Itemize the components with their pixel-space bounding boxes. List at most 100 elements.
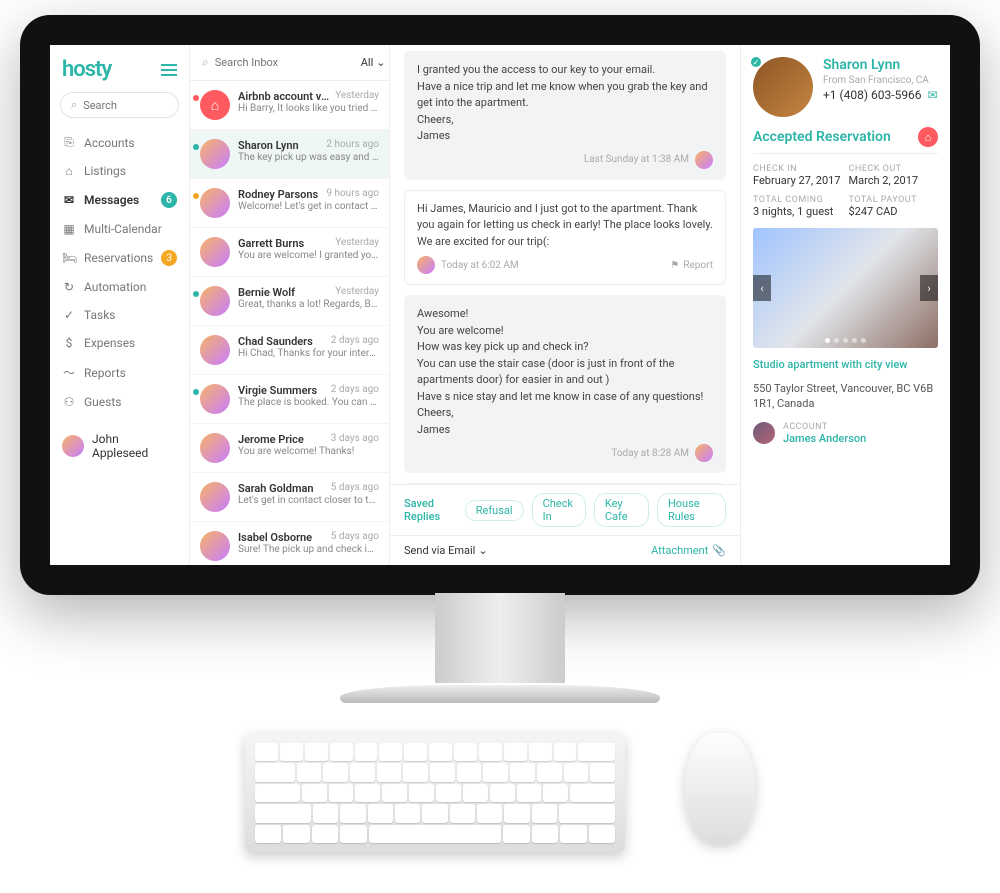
guest-location: From San Francisco, CA: [823, 75, 938, 86]
nav-icon: $: [62, 336, 76, 350]
thread-time: 5 days ago: [331, 531, 379, 544]
inbox-filter-dropdown[interactable]: All ⌄: [361, 56, 386, 69]
search-icon: ⌕: [202, 55, 209, 70]
sidebar-item-automation[interactable]: ↻Automation: [50, 273, 189, 301]
thread-name: Garrett Burns: [238, 237, 304, 250]
inbox-thread[interactable]: Isabel Osborne5 days agoSure! The pick u…: [190, 522, 389, 565]
inbox-thread[interactable]: Virgie Summers2 days agoThe place is boo…: [190, 375, 389, 424]
menu-toggle-icon[interactable]: [161, 64, 177, 76]
inbox-thread[interactable]: ⌂Airbnb account veri...YesterdayHi Barry…: [190, 81, 389, 130]
nav-label: Listings: [84, 164, 126, 178]
status-dot: [193, 193, 199, 199]
checkin-label: CHECK IN: [753, 164, 843, 174]
coming-label: TOTAL COMING: [753, 195, 843, 205]
saved-reply-chip[interactable]: Check In: [532, 493, 586, 527]
message-meta: Today at 8:28 AM: [417, 444, 713, 462]
sidebar-item-multi-calendar[interactable]: ▦Multi-Calendar: [50, 215, 189, 243]
nav-label: Multi-Calendar: [84, 222, 162, 236]
thread-time: Yesterday: [335, 90, 379, 103]
saved-reply-chip[interactable]: Refusal: [465, 500, 524, 521]
account-name[interactable]: James Anderson: [783, 432, 866, 445]
photo-pagination: [753, 338, 938, 343]
report-button[interactable]: ⚑ Report: [670, 258, 713, 273]
thread-time: 5 days ago: [331, 482, 379, 495]
sidebar-item-messages[interactable]: ✉Messages6: [50, 185, 189, 215]
payout-label: TOTAL PAYOUT: [849, 195, 939, 205]
message-bubble: Hi James, Mauricio and I just got to the…: [404, 190, 726, 286]
attachment-button[interactable]: Attachment 📎: [651, 544, 726, 557]
status-dot: [193, 95, 199, 101]
sidebar-search-input[interactable]: [83, 99, 168, 112]
nav-icon: ✉: [62, 193, 76, 207]
checkin-value: February 27, 2017: [753, 174, 843, 187]
user-avatar: [62, 435, 84, 457]
nav-icon: ⎘: [62, 135, 76, 150]
nav-icon: ✓: [62, 308, 76, 322]
thread-preview: Hi Barry, It looks like you tried to re.…: [238, 103, 379, 114]
sidebar: hosty ⌕ ⎘Accounts⌂Listings✉Messages6▦Mul…: [50, 45, 190, 565]
sender-avatar: [695, 151, 713, 169]
inbox-search-input[interactable]: [215, 56, 355, 69]
photo-next-button[interactable]: ›: [920, 275, 938, 301]
status-dot: [193, 291, 199, 297]
reservation-status: Accepted Reservation: [753, 129, 891, 145]
status-dot: [193, 389, 199, 395]
sidebar-item-expenses[interactable]: $Expenses: [50, 329, 189, 357]
guest-avatar: [753, 57, 813, 117]
thread-name: Chad Saunders: [238, 335, 313, 348]
attachment-label: Attachment: [651, 544, 708, 557]
thread-name: Virgie Summers: [238, 384, 317, 397]
sidebar-item-accounts[interactable]: ⎘Accounts: [50, 128, 189, 157]
guest-phone: +1 (408) 603-5966: [823, 88, 922, 102]
sidebar-item-guests[interactable]: ⚇Guests: [50, 388, 189, 416]
thread-preview: Great, thanks a lot! Regards, Bernie: [238, 299, 379, 310]
verified-badge-icon: ✓: [749, 55, 763, 69]
saved-reply-chip[interactable]: Key Cafe: [594, 493, 649, 527]
message-time: Today at 6:02 AM: [441, 258, 519, 273]
checkout-value: March 2, 2017: [849, 174, 939, 187]
checkout-label: CHECK OUT: [849, 164, 939, 174]
saved-replies-row: Saved Replies RefusalCheck InKey CafeHou…: [390, 484, 740, 535]
inbox-thread[interactable]: Rodney Parsons 9 hours agoWelcome! Let's …: [190, 179, 389, 228]
thread-avatar: [200, 335, 230, 365]
inbox-thread[interactable]: Bernie WolfYesterdayGreat, thanks a lot!…: [190, 277, 389, 326]
sidebar-item-reservations[interactable]: 🛏Reservations3: [50, 243, 189, 273]
thread-avatar: [200, 482, 230, 512]
sender-avatar: [695, 444, 713, 462]
thread-avatar: [200, 384, 230, 414]
nav-label: Guests: [84, 395, 121, 409]
message-time: Last Sunday at 1:38 AM: [584, 152, 689, 167]
inbox-thread[interactable]: Jerome Price3 days agoYou are welcome! T…: [190, 424, 389, 473]
airbnb-icon: ⌂: [200, 90, 230, 120]
nav-icon: ↻: [62, 280, 76, 294]
thread-preview: Welcome! Let's get in contact clos...: [238, 201, 379, 212]
inbox-panel: ⌕ All ⌄ ⌂Airbnb account veri...Yesterday…: [190, 45, 390, 565]
sidebar-item-tasks[interactable]: ✓Tasks: [50, 301, 189, 329]
saved-reply-chip[interactable]: House Rules: [657, 493, 726, 527]
nav-badge: 6: [161, 192, 177, 208]
thread-time: 2 days ago: [331, 384, 379, 397]
message-bubble: I granted you the access to our key to y…: [404, 51, 726, 180]
sidebar-item-listings[interactable]: ⌂Listings: [50, 157, 189, 185]
email-icon[interactable]: ✉: [928, 88, 938, 102]
inbox-thread[interactable]: Garrett BurnsYesterdayYou are welcome! I…: [190, 228, 389, 277]
inbox-thread[interactable]: Sarah Goldman5 days agoLet's get in cont…: [190, 473, 389, 522]
keyboard-image: [245, 733, 625, 853]
sidebar-item-reports[interactable]: 〜Reports: [50, 357, 189, 388]
thread-time: 2 days ago: [331, 335, 379, 348]
listing-title[interactable]: Studio apartment with city view: [753, 358, 938, 371]
compose-bar: Send via Email ⌄ Attachment 📎: [390, 535, 740, 565]
thread-name: Rodney Parsons: [238, 188, 318, 201]
thread-avatar: [200, 286, 230, 316]
thread-name: Sarah Goldman: [238, 482, 314, 495]
inbox-thread[interactable]: Sharon Lynn2 hours agoThe key pick up wa…: [190, 130, 389, 179]
photo-prev-button[interactable]: ‹: [753, 275, 771, 301]
coming-value: 3 nights, 1 guest: [753, 205, 843, 218]
thread-preview: Sure! The pick up and check in hav...: [238, 544, 379, 555]
send-via-dropdown[interactable]: Send via Email ⌄: [404, 544, 488, 557]
thread-time: 9 hours ago: [326, 188, 379, 201]
current-user[interactable]: John Appleseed: [50, 422, 189, 470]
sidebar-search[interactable]: ⌕: [60, 92, 179, 118]
inbox-filter-label: All: [361, 56, 374, 69]
inbox-thread[interactable]: Chad Saunders2 days agoHi Chad, Thanks f…: [190, 326, 389, 375]
